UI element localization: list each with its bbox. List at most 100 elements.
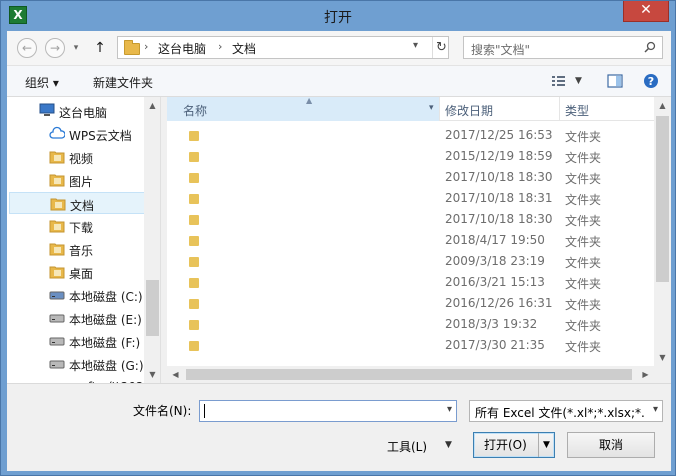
- sidebar-item[interactable]: 图片: [9, 169, 147, 191]
- file-row[interactable]: 2017/10/18 18:31 文件夹: [167, 188, 654, 209]
- file-type: 文件夹: [565, 235, 602, 249]
- sidebar-item[interactable]: WPS云文档: [9, 123, 147, 145]
- file-modified-date: 2009/3/18 23:19: [445, 254, 545, 268]
- recent-locations-dropdown[interactable]: ▾: [69, 38, 83, 58]
- file-row[interactable]: 2017/10/18 18:30 文件夹: [167, 167, 654, 188]
- scroll-thumb[interactable]: [146, 280, 159, 336]
- tools-menu[interactable]: 工具(L): [387, 438, 427, 455]
- sidebar-item[interactable]: 下载: [9, 215, 147, 237]
- file-row[interactable]: 2015/12/19 18:59 文件夹: [167, 146, 654, 167]
- file-row[interactable]: 2018/4/17 19:50 文件夹: [167, 230, 654, 251]
- folder-icon: [189, 173, 199, 183]
- file-row[interactable]: 2018/3/3 19:32 文件夹: [167, 314, 654, 335]
- hscroll-thumb[interactable]: [186, 369, 632, 380]
- address-bar[interactable]: › 这台电脑 › 文档 ▾ ↻: [117, 36, 449, 59]
- sidebar-item[interactable]: 文档: [9, 192, 147, 214]
- scroll-down-arrow[interactable]: ▼: [654, 349, 671, 366]
- cancel-button[interactable]: 取消: [567, 432, 655, 458]
- documents-folder-icon: [50, 196, 66, 211]
- sidebar-item[interactable]: 音乐: [9, 238, 147, 260]
- drive-icon: [49, 333, 65, 348]
- dialog-footer: 文件名(N): ▾ 所有 Excel 文件(*.xl*;*.xlsx;*.xl …: [7, 383, 671, 471]
- new-folder-button[interactable]: 新建文件夹: [93, 74, 153, 91]
- sidebar-item-label: 本地磁盘 (E:): [69, 313, 142, 327]
- sidebar-item[interactable]: 本地磁盘 (G:): [9, 353, 147, 375]
- text-caret: [204, 404, 205, 418]
- sidebar-item[interactable]: myftp (\\202.1: [9, 376, 155, 383]
- back-button[interactable]: ←: [17, 38, 37, 58]
- file-type: 文件夹: [565, 151, 602, 165]
- breadcrumb-documents[interactable]: 文档: [232, 40, 256, 57]
- navigation-pane[interactable]: 这台电脑 WPS云文档 视频图片 文档 下载 音乐 桌面 本地磁盘 (C:) 本地磁盘 (E:)…: [7, 97, 161, 383]
- column-separator[interactable]: [439, 97, 440, 121]
- file-row[interactable]: 2009/3/18 23:19 文件夹: [167, 251, 654, 272]
- view-dropdown-arrow[interactable]: ▼: [575, 76, 582, 86]
- file-row[interactable]: 2016/3/21 15:13 文件夹: [167, 272, 654, 293]
- open-button[interactable]: 打开(O) ▼: [473, 432, 555, 458]
- file-row[interactable]: 2017/12/25 16:53 文件夹: [167, 125, 654, 146]
- help-icon[interactable]: ?: [643, 73, 659, 89]
- refresh-button[interactable]: ↻: [432, 37, 450, 58]
- filename-history-dropdown[interactable]: ▾: [447, 404, 452, 415]
- sidebar-item[interactable]: 这台电脑: [9, 100, 147, 122]
- search-box[interactable]: 搜索"文档": [463, 36, 663, 59]
- scroll-up-arrow[interactable]: ▲: [144, 97, 160, 114]
- file-type: 文件夹: [565, 256, 602, 270]
- file-modified-date: 2016/12/26 16:31: [445, 296, 553, 310]
- title-bar[interactable]: X 打开 ✕: [1, 1, 675, 31]
- preview-pane-icon[interactable]: [607, 73, 623, 89]
- view-options-icon[interactable]: [551, 73, 567, 89]
- file-modified-date: 2015/12/19 18:59: [445, 149, 553, 163]
- file-row[interactable]: 2017/3/30 21:35 文件夹: [167, 335, 654, 356]
- sidebar-item[interactable]: 本地磁盘 (E:): [9, 307, 147, 329]
- folder-icon: [189, 215, 199, 225]
- file-list[interactable]: 名称 ▲ ▾ 修改日期 类型 2017/12/25 16:53 文件夹 2015/1…: [167, 97, 671, 383]
- computer-icon: [39, 103, 55, 118]
- scroll-up-arrow[interactable]: ▲: [654, 97, 671, 114]
- up-button[interactable]: ↑: [93, 38, 107, 58]
- name-column-filter-dropdown[interactable]: ▾: [429, 103, 434, 113]
- address-history-dropdown[interactable]: ▾: [413, 40, 418, 51]
- sidebar-item[interactable]: 视频: [9, 146, 147, 168]
- organize-menu[interactable]: 组织 ▾: [25, 74, 59, 91]
- breadcrumb-this-pc[interactable]: 这台电脑: [158, 40, 206, 57]
- file-modified-date: 2017/10/18 18:30: [445, 212, 553, 226]
- column-separator[interactable]: [559, 97, 560, 121]
- scroll-thumb[interactable]: [656, 116, 669, 282]
- file-type-dropdown-arrow[interactable]: ▾: [653, 404, 658, 415]
- desktop-folder-icon: [49, 264, 65, 279]
- scroll-down-arrow[interactable]: ▼: [144, 366, 160, 383]
- scroll-left-arrow[interactable]: ◀: [167, 366, 184, 383]
- forward-button[interactable]: →: [45, 38, 65, 58]
- sidebar-item-label: WPS云文档: [69, 129, 132, 143]
- file-row[interactable]: 2016/12/26 16:31 文件夹: [167, 293, 654, 314]
- file-type: 文件夹: [565, 340, 602, 354]
- search-placeholder: 搜索"文档": [471, 43, 531, 57]
- close-button[interactable]: ✕: [623, 1, 669, 22]
- column-header-date[interactable]: 修改日期: [445, 97, 557, 121]
- pictures-folder-icon: [49, 172, 65, 187]
- sidebar-item[interactable]: 本地磁盘 (F:): [9, 330, 147, 352]
- file-type: 文件夹: [565, 130, 602, 144]
- file-modified-date: 2016/3/21 15:13: [445, 275, 545, 289]
- file-row[interactable]: 2017/10/18 18:30 文件夹: [167, 209, 654, 230]
- documents-folder-icon: [124, 40, 140, 55]
- search-icon[interactable]: [644, 41, 656, 53]
- scroll-right-arrow[interactable]: ▶: [637, 366, 654, 383]
- sidebar-item[interactable]: 本地磁盘 (C:): [9, 284, 147, 306]
- file-list-hscrollbar[interactable]: ◀ ▶: [167, 366, 654, 383]
- sidebar-item[interactable]: 桌面: [9, 261, 147, 283]
- open-options-dropdown[interactable]: ▼: [538, 433, 554, 457]
- dialog-title: 打开: [324, 10, 352, 26]
- tools-dropdown-arrow[interactable]: ▼: [445, 440, 452, 450]
- column-header-type[interactable]: 类型: [565, 97, 645, 121]
- file-type-filter[interactable]: 所有 Excel 文件(*.xl*;*.xlsx;*.xl ▾: [469, 400, 663, 422]
- file-list-vscrollbar[interactable]: ▲ ▼: [654, 97, 671, 383]
- file-type: 文件夹: [565, 172, 602, 186]
- filename-input[interactable]: ▾: [199, 400, 457, 422]
- sidebar-item-label: 视频: [69, 152, 94, 166]
- file-type: 文件夹: [565, 298, 602, 312]
- column-header-name[interactable]: 名称: [167, 97, 439, 121]
- nav-pane-scrollbar[interactable]: ▲ ▼: [144, 97, 160, 383]
- file-type: 文件夹: [565, 214, 602, 228]
